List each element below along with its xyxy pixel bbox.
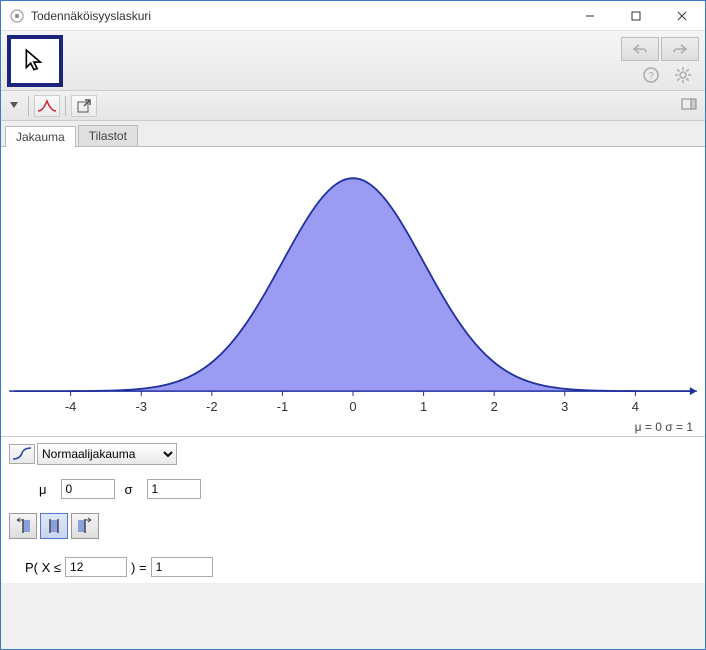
left-sided-interval-button[interactable] [71, 513, 99, 539]
help-button[interactable]: ? [641, 65, 661, 85]
distribution-curve-button[interactable] [34, 95, 60, 117]
svg-text:?: ? [648, 71, 654, 82]
divider [28, 96, 29, 116]
window-controls [567, 1, 705, 30]
svg-text:3: 3 [561, 399, 568, 414]
export-button[interactable] [71, 95, 97, 117]
svg-text:0: 0 [349, 399, 356, 414]
svg-text:4: 4 [632, 399, 639, 414]
probability-mid: ) = [131, 560, 147, 575]
sigma-label: σ [125, 482, 133, 497]
redo-button[interactable] [661, 37, 699, 61]
two-sided-interval-button[interactable] [40, 513, 68, 539]
svg-text:2: 2 [491, 399, 498, 414]
mu-label: μ [39, 482, 47, 497]
tab-distribution[interactable]: Jakauma [5, 126, 76, 147]
probability-prefix: P( X ≤ [25, 560, 61, 575]
divider [65, 96, 66, 116]
cursor-tool-button[interactable] [7, 35, 63, 87]
tab-statistics[interactable]: Tilastot [78, 125, 138, 146]
close-button[interactable] [659, 1, 705, 30]
ribbon-bar [1, 91, 705, 121]
sigma-input[interactable] [147, 479, 201, 499]
cdf-icon [9, 444, 35, 464]
probability-x-input[interactable] [65, 557, 127, 577]
collapse-panel-icon[interactable] [677, 97, 701, 115]
minimize-button[interactable] [567, 1, 613, 30]
right-sided-interval-button[interactable] [9, 513, 37, 539]
window-title: Todennäköisyyslaskuri [31, 9, 567, 23]
svg-text:-4: -4 [65, 399, 77, 414]
dropdown-triangle-icon[interactable] [5, 95, 23, 117]
settings-button[interactable] [673, 65, 693, 85]
distribution-plot: -4 -3 -2 -1 0 1 2 3 4 μ = 0 σ = 1 [1, 147, 705, 437]
controls-panel: Normaalijakauma μ σ P( X ≤ ) = [1, 437, 705, 583]
mu-input[interactable] [61, 479, 115, 499]
svg-text:-3: -3 [135, 399, 147, 414]
svg-text:-1: -1 [277, 399, 289, 414]
main-toolbar: ? [1, 31, 705, 91]
svg-text:-2: -2 [206, 399, 218, 414]
svg-text:1: 1 [420, 399, 427, 414]
distribution-select[interactable]: Normaalijakauma [37, 443, 177, 465]
tab-bar: Jakauma Tilastot [1, 121, 705, 147]
maximize-button[interactable] [613, 1, 659, 30]
axis-params-label: μ = 0 σ = 1 [635, 420, 693, 434]
title-bar: Todennäköisyyslaskuri [1, 1, 705, 31]
undo-button[interactable] [621, 37, 659, 61]
probability-result-input[interactable] [151, 557, 213, 577]
app-icon [9, 8, 25, 24]
